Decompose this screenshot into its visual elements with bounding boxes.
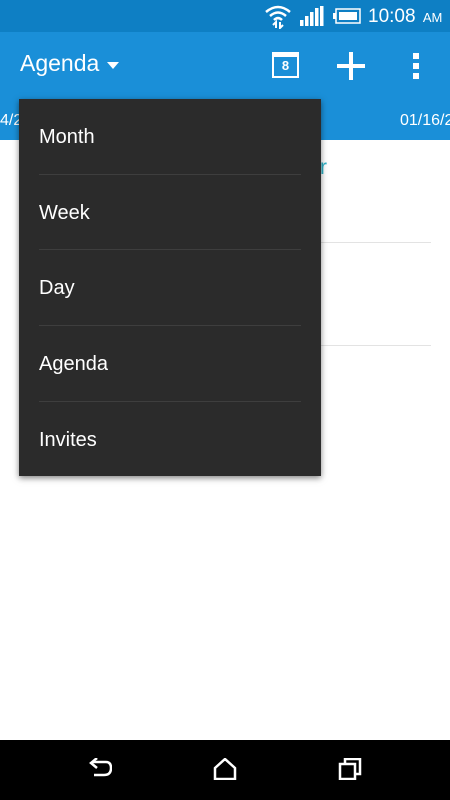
teal-fragment: r (320, 156, 327, 179)
menu-item-day[interactable]: Day (19, 250, 321, 326)
menu-item-label: Invites (39, 428, 97, 451)
menu-item-label: Month (39, 125, 95, 148)
battery-icon (333, 8, 361, 29)
add-icon[interactable] (337, 52, 365, 85)
menu-item-invites[interactable]: Invites (19, 402, 321, 478)
ampm-text: AM (422, 10, 443, 25)
list-divider (321, 242, 431, 243)
view-dropdown-menu: Month Week Day Agenda Invites (19, 99, 321, 476)
overflow-menu-icon[interactable] (412, 53, 420, 84)
view-selector[interactable]: Agenda (20, 50, 120, 77)
time-text: 10:08 (368, 6, 416, 27)
calendar-icon-day: 8 (281, 58, 290, 73)
view-title: Agenda (20, 50, 100, 76)
recents-icon[interactable] (338, 757, 362, 785)
dropdown-caret-icon (107, 61, 120, 69)
list-divider (321, 345, 431, 346)
back-icon[interactable] (88, 757, 113, 785)
menu-item-month[interactable]: Month (19, 99, 321, 175)
wifi-icon (264, 3, 292, 34)
signal-icon (300, 6, 324, 31)
menu-item-week[interactable]: Week (19, 175, 321, 251)
menu-item-agenda[interactable]: Agenda (19, 326, 321, 402)
menu-item-label: Day (39, 276, 75, 299)
date-right[interactable]: 01/16/2 (400, 112, 450, 130)
home-icon[interactable] (213, 757, 237, 785)
status-bar: 10:08 AM (0, 0, 450, 32)
clock: 10:08 AM (368, 6, 442, 28)
menu-item-label: Agenda (39, 352, 108, 375)
menu-item-label: Week (39, 201, 90, 224)
navigation-bar (0, 740, 450, 800)
